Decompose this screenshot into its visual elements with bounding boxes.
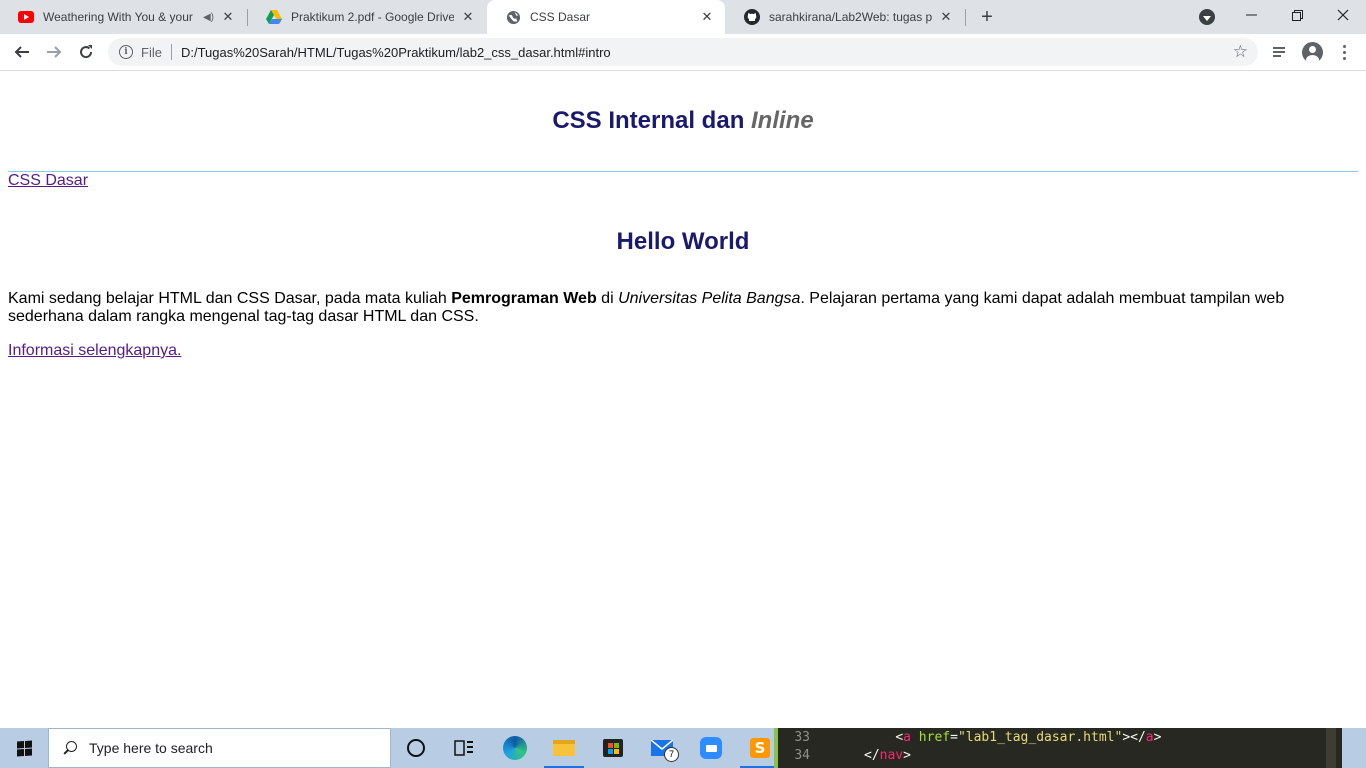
tab-title: CSS Dasar [530, 10, 591, 24]
sublime-code-preview: 33 <a href="lab1_tag_dasar.html"></a> 34… [774, 728, 1342, 768]
tab-github[interactable]: sarahkirana/Lab2Web: tugas prak ✕ [726, 0, 964, 34]
course-name: Pemrograman Web [451, 290, 597, 307]
back-button[interactable] [10, 40, 34, 64]
tab-title: Praktikum 2.pdf - Google Drive [291, 10, 454, 24]
search-icon [63, 741, 77, 755]
profile-avatar-icon[interactable] [1300, 40, 1324, 64]
youtube-icon [18, 9, 34, 25]
tab-search-icon[interactable] [1199, 9, 1215, 25]
github-icon [744, 9, 760, 25]
speaker-icon[interactable]: ◀) [203, 12, 214, 23]
page-header-title: CSS Internal dan Inline [552, 107, 814, 134]
task-view-button[interactable] [444, 728, 484, 768]
intro-paragraph: Kami sedang belajar HTML dan CSS Dasar, … [8, 290, 1285, 325]
code-line: 34 </nav> [794, 748, 911, 763]
file-explorer-icon [553, 740, 575, 756]
close-tab-icon[interactable]: ✕ [699, 9, 715, 25]
close-window-button[interactable] [1320, 0, 1366, 30]
new-tab-button[interactable]: + [976, 6, 998, 28]
tab-title: Weathering With You & your [43, 10, 193, 24]
header-title-emphasis: Inline [751, 107, 814, 134]
cortana-icon [407, 739, 425, 757]
edge-icon [503, 736, 527, 760]
start-button[interactable] [0, 728, 48, 768]
taskbar-mail[interactable]: 7 [642, 728, 682, 768]
task-view-icon [454, 740, 473, 756]
taskbar-file-explorer[interactable] [544, 728, 584, 768]
bookmark-star-icon[interactable]: ☆ [1233, 43, 1248, 61]
taskbar-edge[interactable] [495, 728, 535, 768]
windows-logo-icon [16, 739, 32, 757]
header-divider [8, 171, 1358, 172]
address-bar[interactable]: i File D:/Tugas%20Sarah/HTML/Tugas%20Pra… [108, 38, 1258, 66]
mail-icon: 7 [651, 740, 679, 762]
system-tray [1342, 728, 1366, 768]
taskbar-zoom[interactable] [691, 728, 731, 768]
store-icon [603, 739, 623, 757]
reload-button[interactable] [74, 40, 98, 64]
nav-link-css-dasar[interactable]: CSS Dasar [8, 172, 88, 190]
mail-badge: 7 [664, 747, 679, 762]
close-tab-icon[interactable]: ✕ [938, 9, 954, 25]
globe-icon [505, 9, 521, 25]
taskbar-search-box[interactable]: Type here to search [48, 728, 391, 768]
media-control-icon[interactable] [1267, 40, 1291, 64]
cortana-button[interactable] [396, 728, 436, 768]
menu-kebab-icon[interactable] [1332, 40, 1356, 64]
code-line: 33 <a href="lab1_tag_dasar.html"></a> [794, 730, 1162, 745]
page-content: CSS Internal dan Inline CSS Dasar Hello … [0, 71, 1366, 728]
tab-title: sarahkirana/Lab2Web: tugas prak [769, 10, 932, 24]
forward-button[interactable] [42, 40, 66, 64]
tab-strip: Weathering With You & your ◀) ✕ Praktiku… [0, 0, 1366, 34]
info-icon[interactable]: i [119, 45, 133, 59]
zoom-icon [700, 737, 722, 759]
windows-taskbar: Type here to search 7 S 33 <a href="lab1… [0, 728, 1366, 768]
hello-world-heading: Hello World [616, 228, 750, 255]
tab-google-drive[interactable]: Praktikum 2.pdf - Google Drive ✕ [248, 0, 486, 34]
taskbar-store[interactable] [593, 728, 633, 768]
url-text[interactable]: D:/Tugas%20Sarah/HTML/Tugas%20Praktikum/… [181, 45, 611, 60]
google-drive-icon [266, 9, 282, 25]
tab-youtube[interactable]: Weathering With You & your ◀) ✕ [0, 0, 246, 34]
search-placeholder: Type here to search [89, 740, 213, 756]
sublime-text-icon: S [750, 738, 770, 758]
browser-toolbar: i File D:/Tugas%20Sarah/HTML/Tugas%20Pra… [0, 34, 1366, 71]
restore-button[interactable] [1274, 0, 1320, 30]
university-name: Universitas Pelita Bangsa [618, 290, 801, 307]
close-tab-icon[interactable]: ✕ [220, 9, 236, 25]
close-tab-icon[interactable]: ✕ [460, 9, 476, 25]
minimize-button[interactable] [1228, 0, 1274, 30]
file-label: File [141, 44, 162, 60]
tab-css-dasar[interactable]: CSS Dasar ✕ [487, 0, 725, 34]
more-info-link[interactable]: Informasi selengkapnya. [8, 342, 181, 360]
code-scrollbar[interactable] [1326, 728, 1336, 768]
